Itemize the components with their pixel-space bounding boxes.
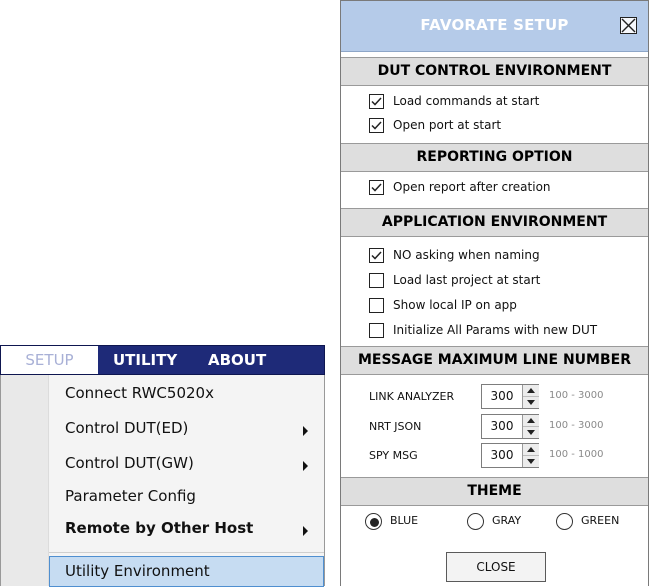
section-application-environment: APPLICATION ENVIRONMENT	[341, 208, 648, 237]
row-link-analyzer: LINK ANALYZER 300 100 - 3000	[341, 384, 648, 411]
checkbox-label: Open port at start	[393, 118, 502, 132]
checkbox-label: Load commands at start	[393, 94, 540, 108]
menu-item-control-dut-ed[interactable]: Control DUT(ED)	[1, 413, 324, 445]
menu-item-connect-rwc5020x[interactable]: Connect RWC5020x	[1, 378, 324, 410]
radio-label: GREEN	[581, 514, 620, 527]
setup-dropdown-menu: Connect RWC5020x Control DUT(ED) Control…	[0, 375, 325, 587]
spin-up-icon[interactable]	[523, 444, 539, 456]
favorate-setup-dialog: FAVORATE SETUP DUT CONTROL ENVIRONMENT L…	[340, 0, 649, 586]
menu-setup[interactable]: SETUP	[1, 346, 98, 374]
nrt-json-spinbox[interactable]: 300	[481, 414, 539, 439]
checkbox-checked[interactable]	[369, 180, 384, 195]
section-reporting-option: REPORTING OPTION	[341, 143, 648, 172]
menu-utility[interactable]: UTILITY	[113, 346, 177, 374]
spy-msg-spinbox[interactable]: 300	[481, 443, 539, 468]
radio-unselected-icon[interactable]	[467, 513, 484, 530]
checkbox-label: Show local IP on app	[393, 298, 517, 312]
spin-down-icon[interactable]	[523, 427, 539, 438]
dialog-titlebar: FAVORATE SETUP	[341, 1, 648, 52]
spinner	[522, 444, 539, 467]
menu-item-utility-environment[interactable]: Utility Environment	[49, 556, 324, 587]
section-theme: THEME	[341, 477, 648, 506]
range-hint: 100 - 1000	[549, 449, 604, 460]
radio-label: GRAY	[492, 514, 522, 527]
link-analyzer-spinbox[interactable]: 300	[481, 384, 539, 409]
menu-item-label: Remote by Other Host	[65, 519, 254, 537]
spin-up-icon[interactable]	[523, 385, 539, 397]
close-button[interactable]: CLOSE	[446, 552, 546, 582]
submenu-arrow-icon	[303, 426, 308, 436]
menu-item-label: Utility Environment	[65, 562, 210, 580]
menu-item-label: Control DUT(GW)	[65, 454, 194, 472]
submenu-arrow-icon	[303, 526, 308, 536]
section-message-maximum-line-number: MESSAGE MAXIMUM LINE NUMBER	[341, 346, 648, 375]
checkbox-unchecked[interactable]	[369, 273, 384, 288]
checkbox-unchecked[interactable]	[369, 323, 384, 338]
spinbox-value[interactable]: 300	[482, 419, 522, 433]
checkbox-label: Initialize All Params with new DUT	[393, 323, 598, 337]
spinbox-value[interactable]: 300	[482, 389, 522, 403]
spin-up-icon[interactable]	[523, 415, 539, 427]
menu-item-label: Parameter Config	[65, 487, 196, 505]
row-spy-msg: SPY MSG 300 100 - 1000	[341, 443, 648, 470]
range-hint: 100 - 3000	[549, 390, 604, 401]
checkbox-checked[interactable]	[369, 118, 384, 133]
radio-selected-icon[interactable]	[365, 513, 382, 530]
row-label: LINK ANALYZER	[369, 390, 455, 403]
menu-item-label: Connect RWC5020x	[65, 384, 214, 402]
row-label: NRT JSON	[369, 420, 422, 433]
spinbox-value[interactable]: 300	[482, 448, 522, 462]
spin-down-icon[interactable]	[523, 397, 539, 408]
menu-about[interactable]: ABOUT	[208, 346, 266, 374]
submenu-arrow-icon	[303, 461, 308, 471]
section-dut-control-environment: DUT CONTROL ENVIRONMENT	[341, 57, 648, 86]
close-box-icon[interactable]	[620, 17, 637, 34]
checkbox-checked[interactable]	[369, 248, 384, 263]
dialog-title: FAVORATE SETUP	[420, 16, 569, 34]
range-hint: 100 - 3000	[549, 420, 604, 431]
menu-item-control-dut-gw[interactable]: Control DUT(GW)	[1, 448, 324, 480]
theme-radio-group: BLUE GRAY GREEN	[341, 511, 648, 535]
menu-item-label: Control DUT(ED)	[65, 419, 189, 437]
checkbox-checked[interactable]	[369, 94, 384, 109]
checkbox-unchecked[interactable]	[369, 298, 384, 313]
menu-separator	[49, 552, 324, 553]
spin-down-icon[interactable]	[523, 456, 539, 467]
radio-label: BLUE	[390, 514, 419, 527]
menu-item-remote-by-other-host[interactable]: Remote by Other Host	[1, 513, 324, 545]
menu-bar: SETUP UTILITY ABOUT	[0, 345, 325, 375]
checkbox-label: Open report after creation	[393, 180, 551, 194]
checkbox-label: NO asking when naming	[393, 248, 540, 262]
spinner	[522, 385, 539, 408]
checkbox-label: Load last project at start	[393, 273, 541, 287]
row-label: SPY MSG	[369, 449, 418, 462]
radio-unselected-icon[interactable]	[556, 513, 573, 530]
row-nrt-json: NRT JSON 300 100 - 3000	[341, 414, 648, 441]
menu-item-parameter-config[interactable]: Parameter Config	[1, 481, 324, 513]
spinner	[522, 415, 539, 438]
